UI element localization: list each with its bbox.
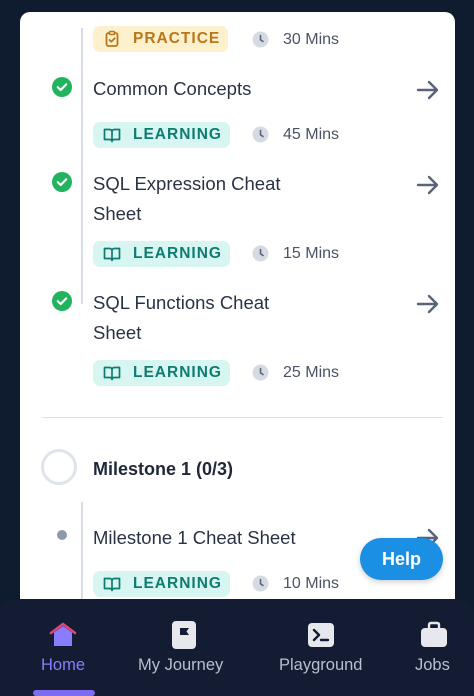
badge-label: LEARNING <box>133 245 222 262</box>
badge-label: PRACTICE <box>133 30 221 47</box>
book-open-icon <box>103 575 121 593</box>
duration-label: 10 Mins <box>283 575 340 592</box>
clock-icon <box>252 575 269 592</box>
practice-badge: PRACTICE <box>93 26 228 52</box>
item-title[interactable]: SQL Expression Cheat Sheet <box>93 169 313 229</box>
help-button[interactable]: Help <box>360 538 443 580</box>
check-circle-icon <box>52 172 72 192</box>
bottom-nav: Home My Journey Playground Jobs <box>0 599 474 696</box>
duration-label: 30 Mins <box>283 31 340 48</box>
milestone-progress-ring <box>41 449 77 485</box>
duration-label: 45 Mins <box>283 126 340 143</box>
arrow-right-icon[interactable] <box>414 76 442 104</box>
nav-item-home[interactable]: Home <box>30 599 96 696</box>
nav-item-playground[interactable]: Playground <box>276 599 366 696</box>
briefcase-icon <box>419 620 449 650</box>
clipboard-icon <box>103 30 121 48</box>
active-tab-indicator <box>33 690 95 696</box>
duration-label: 15 Mins <box>283 245 340 262</box>
learning-badge: LEARNING <box>93 122 230 148</box>
clock-icon <box>252 31 269 48</box>
timeline-dot <box>57 530 67 540</box>
item-title[interactable]: Common Concepts <box>93 74 383 104</box>
section-divider <box>42 417 443 418</box>
nav-label: Home <box>41 656 86 674</box>
nav-label: Playground <box>279 656 363 674</box>
badge-label: LEARNING <box>133 126 222 143</box>
book-open-icon <box>103 245 121 263</box>
terminal-icon <box>306 620 336 650</box>
check-circle-icon <box>52 77 72 97</box>
badge-label: LEARNING <box>133 575 222 592</box>
book-open-icon <box>103 126 121 144</box>
learning-badge: LEARNING <box>93 571 230 597</box>
flag-icon <box>169 620 199 650</box>
item-title[interactable]: Milestone 1 Cheat Sheet <box>93 523 383 553</box>
nav-label: Jobs <box>415 656 450 674</box>
arrow-right-icon[interactable] <box>414 171 442 199</box>
check-circle-icon <box>52 291 72 311</box>
badge-label: LEARNING <box>133 364 222 381</box>
duration-label: 25 Mins <box>283 364 340 381</box>
clock-icon <box>252 364 269 381</box>
clock-icon <box>252 126 269 143</box>
clock-icon <box>252 245 269 262</box>
home-icon <box>48 620 78 650</box>
nav-item-jobs[interactable]: Jobs <box>408 599 460 696</box>
nav-item-my-journey[interactable]: My Journey <box>136 599 228 696</box>
timeline-line <box>81 28 83 304</box>
learning-badge: LEARNING <box>93 360 230 386</box>
arrow-right-icon[interactable] <box>414 290 442 318</box>
item-title[interactable]: SQL Functions Cheat Sheet <box>93 288 313 348</box>
milestone-title[interactable]: Milestone 1 (0/3) <box>93 456 233 482</box>
nav-label: My Journey <box>138 656 224 674</box>
learning-badge: LEARNING <box>93 241 230 267</box>
book-open-icon <box>103 364 121 382</box>
